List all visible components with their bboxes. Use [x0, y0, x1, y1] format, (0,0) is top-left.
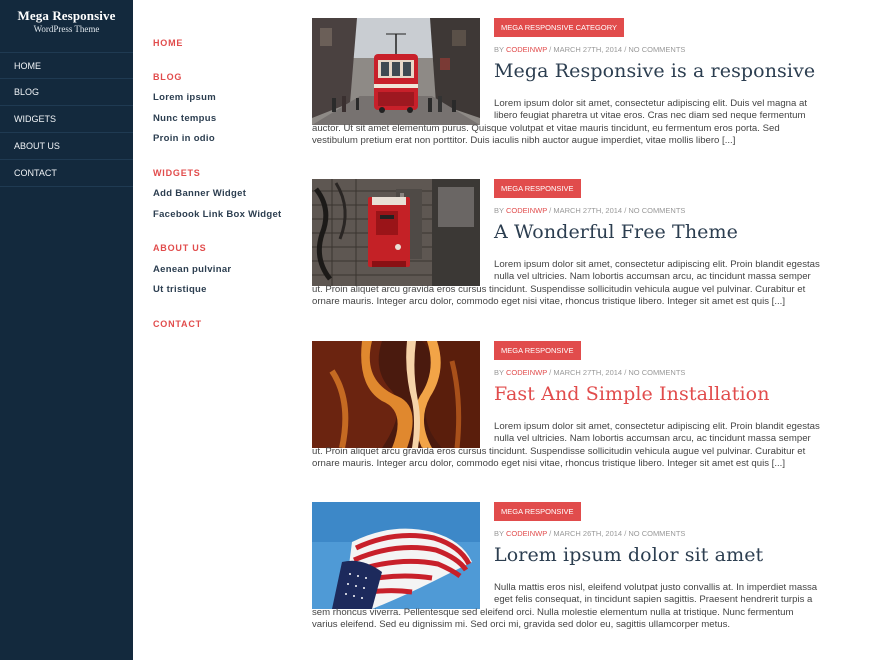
post-meta-date-comments: / MARCH 27TH, 2014 / NO COMMENTS [547, 368, 686, 377]
post-excerpt: Lorem ipsum dolor sit amet, consectetur … [312, 421, 820, 470]
post-meta-date-comments: / MARCH 27TH, 2014 / NO COMMENTS [547, 45, 686, 54]
submenu-item-add-banner-widget[interactable]: Add Banner Widget [153, 188, 246, 199]
post-category-badge[interactable]: MEGA RESPONSIVE [494, 341, 581, 360]
post-meta-by: BY [494, 45, 506, 54]
submenu-item-facebook-link-box-widget[interactable]: Facebook Link Box Widget [153, 209, 282, 220]
submenu-contact[interactable]: CONTACT [153, 319, 202, 329]
post-excerpt: Lorem ipsum dolor sit amet, consectetur … [312, 98, 820, 147]
post-category-badge[interactable]: MEGA RESPONSIVE [494, 502, 581, 521]
post-title[interactable]: A Wonderful Free Theme [494, 221, 738, 243]
submenu-item-ut-tristique[interactable]: Ut tristique [153, 284, 207, 295]
post-author-link[interactable]: CODEINWP [506, 368, 547, 377]
submenu-widgets[interactable]: WIDGETS [153, 168, 201, 178]
nav-item-contact[interactable]: CONTACT [0, 160, 133, 187]
post-meta: BY CODEINWP / MARCH 27TH, 2014 / NO COMM… [494, 368, 685, 377]
post-excerpt: Nulla mattis eros nisl, eleifend volutpa… [312, 582, 820, 631]
post-meta-by: BY [494, 529, 506, 538]
submenu-about-us[interactable]: ABOUT US [153, 243, 206, 253]
post-category-badge[interactable]: MEGA RESPONSIVE CATEGORY [494, 18, 625, 37]
post-meta-date-comments: / MARCH 27TH, 2014 / NO COMMENTS [547, 206, 686, 215]
nav-item-blog[interactable]: BLOG [0, 79, 133, 106]
post-category-badge[interactable]: MEGA RESPONSIVE [494, 179, 581, 198]
site-title[interactable]: Mega Responsive [0, 8, 133, 24]
submenu-item-lorem-ipsum[interactable]: Lorem ipsum [153, 92, 216, 103]
post-author-link[interactable]: CODEINWP [506, 529, 547, 538]
main-sidebar: Mega Responsive WordPress Theme HOME BLO… [0, 0, 133, 660]
nav-item-home[interactable]: HOME [0, 52, 133, 79]
post-meta-by: BY [494, 206, 506, 215]
post-meta-date-comments: / MARCH 26TH, 2014 / NO COMMENTS [547, 529, 686, 538]
post-meta: BY CODEINWP / MARCH 27TH, 2014 / NO COMM… [494, 45, 685, 54]
post-meta-by: BY [494, 368, 506, 377]
post-title[interactable]: Fast And Simple Installation [494, 383, 770, 405]
post-meta: BY CODEINWP / MARCH 26TH, 2014 / NO COMM… [494, 529, 685, 538]
main-navigation: HOME BLOG WIDGETS ABOUT US CONTACT [0, 52, 133, 187]
submenu-item-aenean-pulvinar[interactable]: Aenean pulvinar [153, 264, 231, 275]
post-title[interactable]: Mega Responsive is a responsive [494, 60, 815, 82]
submenu-blog[interactable]: BLOG [153, 72, 182, 82]
nav-item-widgets[interactable]: WIDGETS [0, 106, 133, 133]
submenu-home[interactable]: HOME [153, 38, 183, 48]
submenu-item-proin-in-odio[interactable]: Proin in odio [153, 133, 215, 144]
post-author-link[interactable]: CODEINWP [506, 45, 547, 54]
site-branding[interactable]: Mega Responsive WordPress Theme [0, 0, 133, 34]
nav-item-about-us[interactable]: ABOUT US [0, 133, 133, 160]
post-title[interactable]: Lorem ipsum dolor sit amet [494, 544, 763, 566]
post-excerpt: Lorem ipsum dolor sit amet, consectetur … [312, 259, 820, 308]
submenu-item-nunc-tempus[interactable]: Nunc tempus [153, 113, 216, 124]
post-author-link[interactable]: CODEINWP [506, 206, 547, 215]
post-meta: BY CODEINWP / MARCH 27TH, 2014 / NO COMM… [494, 206, 685, 215]
site-description: WordPress Theme [33, 24, 100, 34]
